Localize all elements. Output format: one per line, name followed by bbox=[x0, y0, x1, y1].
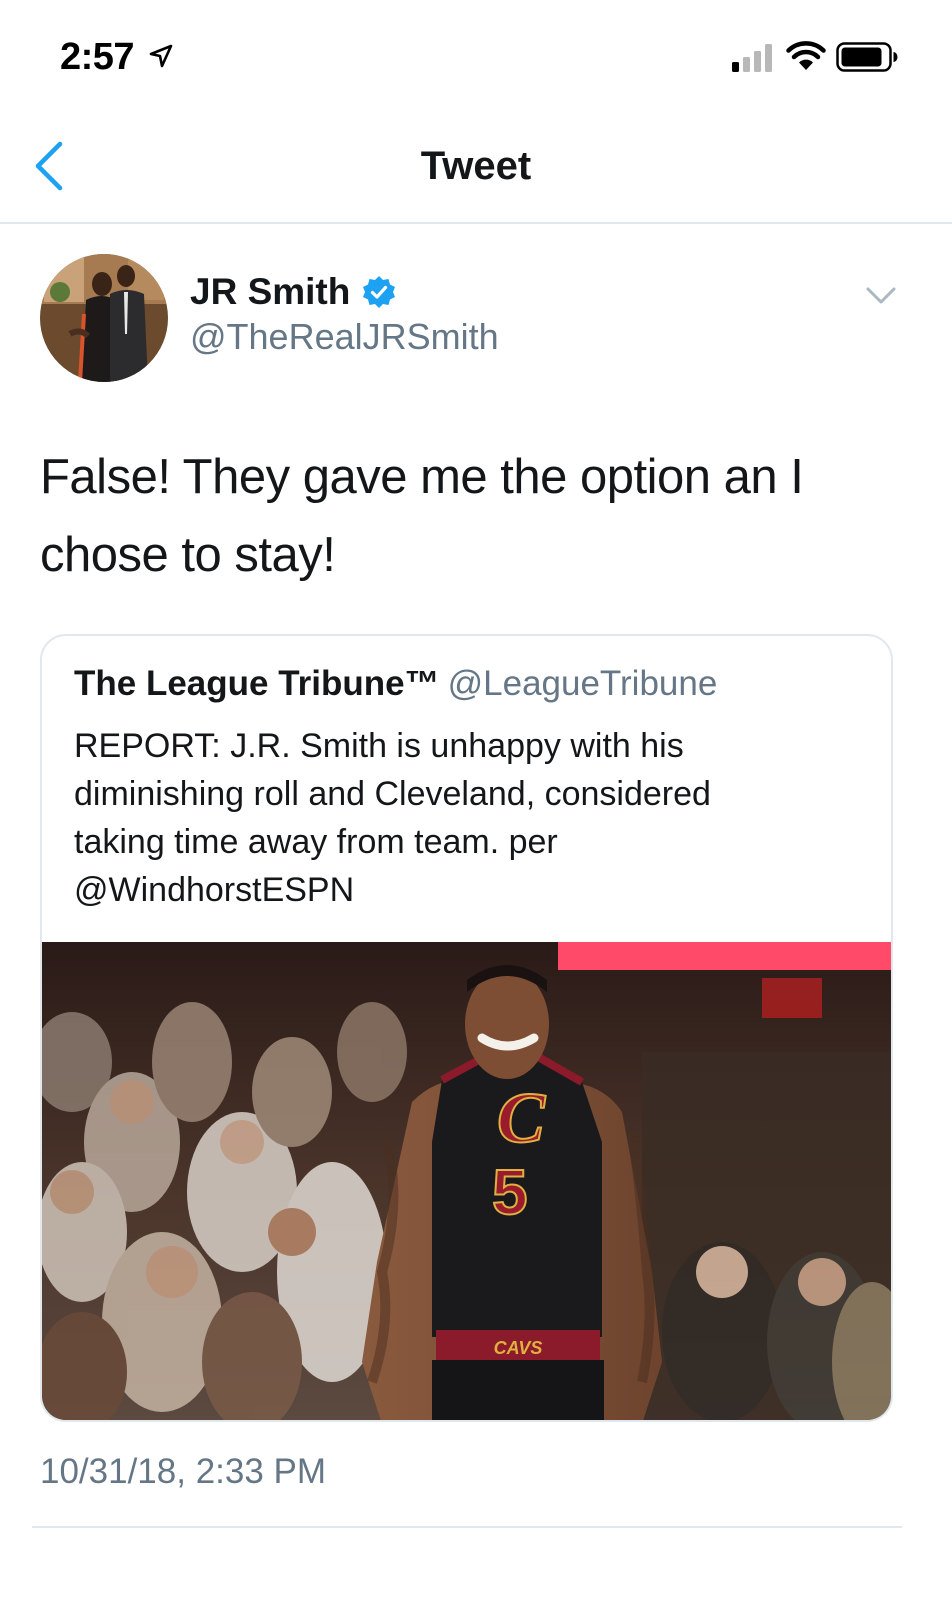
nav-bar: Tweet bbox=[0, 110, 952, 224]
author-name-row[interactable]: JR Smith bbox=[190, 270, 396, 314]
tweet-text-line: False! They gave me the option an I bbox=[40, 450, 804, 504]
quoted-tweet-photo[interactable]: C 5 CAVS bbox=[42, 942, 893, 1422]
quoted-text-line: @WindhorstESPN bbox=[74, 871, 355, 909]
jersey-number: 5 bbox=[492, 1156, 528, 1228]
quoted-author-handle: @LeagueTribune bbox=[447, 664, 718, 703]
battery-icon bbox=[836, 42, 898, 72]
tweet-text: False! They gave me the option an I chos… bbox=[40, 438, 920, 594]
quoted-author-name: The League Tribune™ bbox=[74, 664, 440, 703]
quoted-text-line: taking time away from team. per bbox=[74, 823, 558, 861]
cellular-signal-icon bbox=[732, 44, 772, 72]
waistband-text: CAVS bbox=[494, 1338, 543, 1358]
quoted-tweet-card[interactable]: The League Tribune™ @LeagueTribune REPORT… bbox=[40, 634, 893, 1422]
quoted-tweet-header: The League Tribune™ @LeagueTribune bbox=[74, 664, 717, 704]
quoted-text-line: REPORT: J.R. Smith is unhappy with his bbox=[74, 727, 684, 765]
status-bar: 2:57 bbox=[0, 0, 952, 110]
divider bbox=[32, 1526, 902, 1528]
quoted-text-line: diminishing roll and Cleveland, consider… bbox=[74, 775, 711, 813]
page-title: Tweet bbox=[420, 144, 532, 188]
avatar-photo bbox=[40, 254, 168, 382]
chevron-down-icon[interactable] bbox=[864, 282, 898, 308]
author-handle[interactable]: @TheRealJRSmith bbox=[190, 316, 499, 358]
quoted-tweet-text: REPORT: J.R. Smith is unhappy with his d… bbox=[74, 722, 854, 914]
verified-badge-icon bbox=[363, 276, 396, 308]
jersey-letter: C bbox=[497, 1078, 546, 1158]
wifi-icon bbox=[786, 41, 826, 70]
author-name[interactable]: JR Smith bbox=[190, 271, 350, 313]
tweet-timestamp: 10/31/18, 2:33 PM bbox=[40, 1452, 327, 1491]
location-arrow-icon bbox=[149, 44, 173, 68]
status-time: 2:57 bbox=[60, 36, 135, 78]
avatar[interactable] bbox=[40, 254, 168, 382]
tweet-text-line: chose to stay! bbox=[40, 528, 336, 582]
